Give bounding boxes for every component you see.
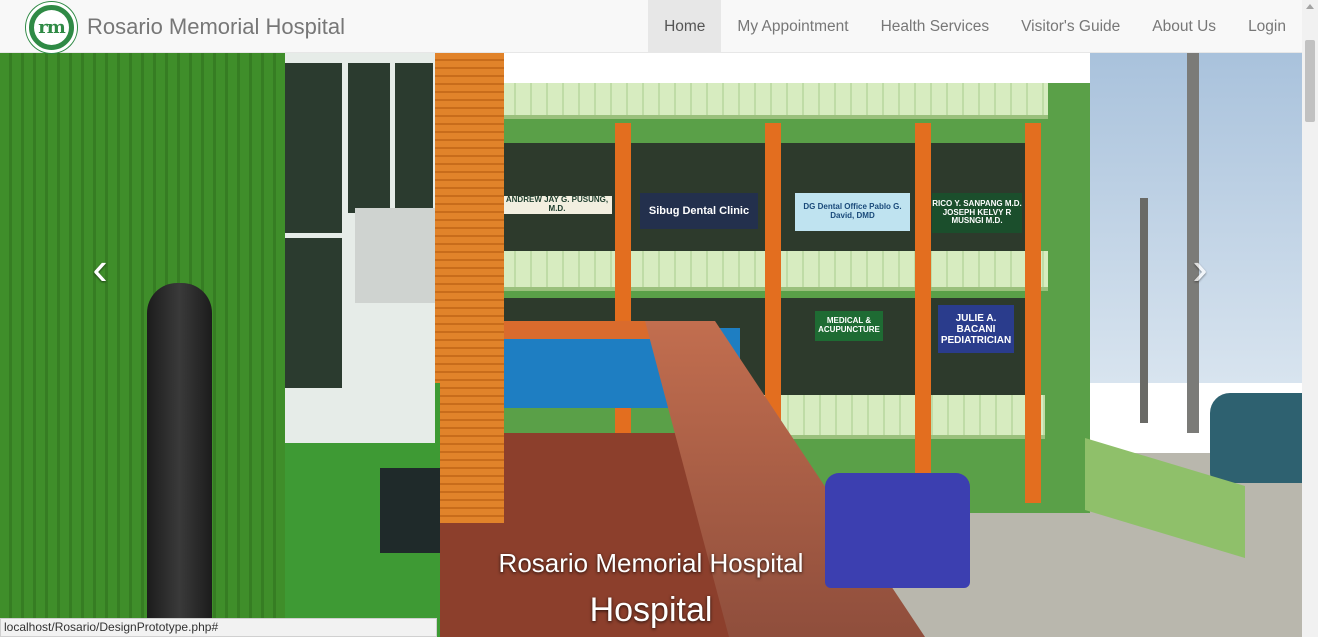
chevron-left-icon: ‹	[92, 242, 108, 294]
navbar: rm Rosario Memorial Hospital Home My App…	[0, 0, 1302, 53]
hero-carousel: ANDREW JAY G. PUSUNG, M.D. Sibug Dental …	[0, 53, 1302, 637]
page-scrollbar[interactable]	[1302, 0, 1318, 637]
hospital-logo: rm	[26, 1, 77, 53]
scroll-up-arrow-icon[interactable]	[1306, 4, 1314, 9]
carousel-prev-button[interactable]: ‹	[80, 243, 120, 293]
sign-acupuncture: MEDICAL & ACUPUNCTURE	[815, 311, 883, 341]
sign-dg-dental: DG Dental Office Pablo G. David, DMD	[795, 193, 910, 231]
sign-pusung: ANDREW JAY G. PUSUNG, M.D.	[502, 196, 612, 214]
browser-status-url: localhost/Rosario/DesignPrototype.php#	[0, 618, 437, 637]
nav-about-us[interactable]: About Us	[1136, 0, 1232, 53]
nav-login[interactable]: Login	[1232, 0, 1302, 53]
brand-title: Rosario Memorial Hospital	[87, 14, 345, 39]
nav-visitors-guide[interactable]: Visitor's Guide	[1005, 0, 1136, 53]
chevron-right-icon: ›	[1192, 242, 1208, 294]
carousel-caption-title: Rosario Memorial Hospital	[498, 548, 804, 578]
logo-monogram: rm	[34, 9, 69, 45]
brand-link[interactable]: rm Rosario Memorial Hospital	[26, 1, 345, 53]
nav-health-services[interactable]: Health Services	[865, 0, 1006, 53]
scrollbar-thumb[interactable]	[1305, 40, 1315, 122]
sign-sibug: Sibug Dental Clinic	[640, 193, 758, 229]
sign-bacani: JULIE A. BACANI PEDIATRICIAN	[938, 305, 1014, 353]
nav-home[interactable]: Home	[648, 0, 722, 53]
main-nav: Home My Appointment Health Services Visi…	[648, 0, 1302, 53]
nav-my-appointment[interactable]: My Appointment	[721, 0, 864, 53]
carousel-next-button[interactable]: ›	[1180, 243, 1220, 293]
sign-sanpang: RICO Y. SANPANG M.D. JOSEPH KELVY R MUSN…	[932, 193, 1022, 233]
